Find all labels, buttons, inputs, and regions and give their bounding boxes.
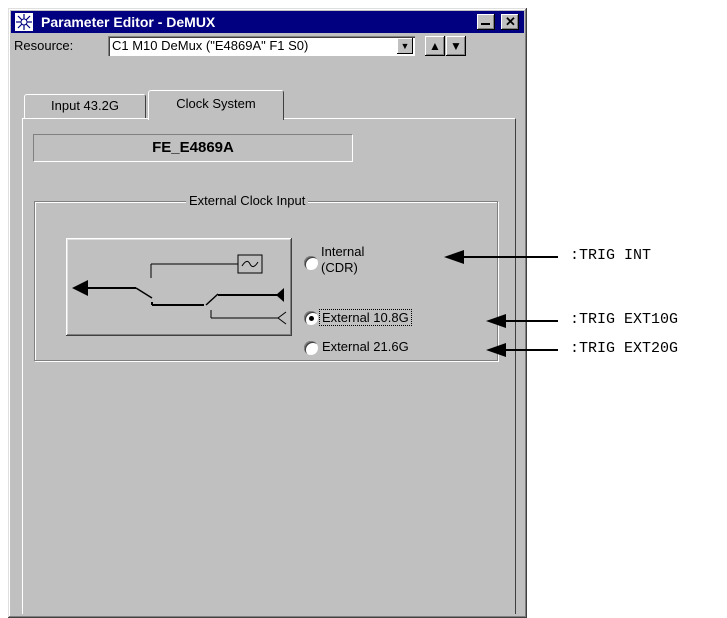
radio-internal[interactable]	[304, 256, 318, 270]
module-name: FE_E4869A	[33, 134, 353, 162]
resource-label: Resource:	[14, 38, 74, 53]
resource-select[interactable]: C1 M10 DeMux ("E4869A" F1 S0) ▼	[108, 36, 415, 56]
radio-external-10-8g[interactable]	[304, 311, 318, 325]
title-bar[interactable]: Parameter Editor - DeMUX ✕	[11, 11, 524, 33]
next-resource-button[interactable]: ▼	[446, 36, 466, 56]
annotation-arrows	[444, 250, 558, 357]
minimize-icon	[481, 23, 490, 25]
app-icon	[15, 13, 33, 31]
option-external-10-8g-label: External 10.8G	[319, 309, 412, 326]
arrow-internal	[444, 250, 464, 264]
resource-value: C1 M10 DeMux ("E4869A" F1 S0)	[112, 38, 309, 53]
radio-external-21-6g[interactable]	[304, 341, 318, 355]
command-trig-ext20g: :TRIG EXT20G	[570, 340, 679, 357]
previous-resource-button[interactable]: ▲	[425, 36, 445, 56]
close-icon: ✕	[505, 14, 516, 29]
dropdown-arrow-icon[interactable]: ▼	[397, 38, 413, 54]
arrow-external-21-6g	[486, 343, 506, 357]
window-title: Parameter Editor - DeMUX	[41, 14, 216, 30]
option-external-21-6g-label: External 21.6G	[322, 339, 409, 354]
tab-clock-system[interactable]: Clock System	[148, 90, 284, 120]
option-internal-sublabel: (CDR)	[321, 260, 358, 275]
arrow-external-10-8g	[486, 314, 506, 328]
minimize-button[interactable]	[477, 14, 495, 30]
close-button[interactable]: ✕	[501, 14, 519, 30]
group-title: External Clock Input	[186, 193, 309, 208]
option-internal-label: Internal	[321, 244, 365, 259]
down-arrow-icon: ▼	[450, 39, 462, 53]
command-trig-int: :TRIG INT	[570, 247, 652, 264]
clock-switch-diagram	[66, 238, 292, 336]
radio-selected-dot	[309, 316, 314, 321]
tab-input-43-2g[interactable]: Input 43.2G	[24, 94, 146, 118]
command-trig-ext10g: :TRIG EXT10G	[570, 311, 679, 328]
up-arrow-icon: ▲	[429, 39, 441, 53]
tab-join	[149, 117, 283, 120]
